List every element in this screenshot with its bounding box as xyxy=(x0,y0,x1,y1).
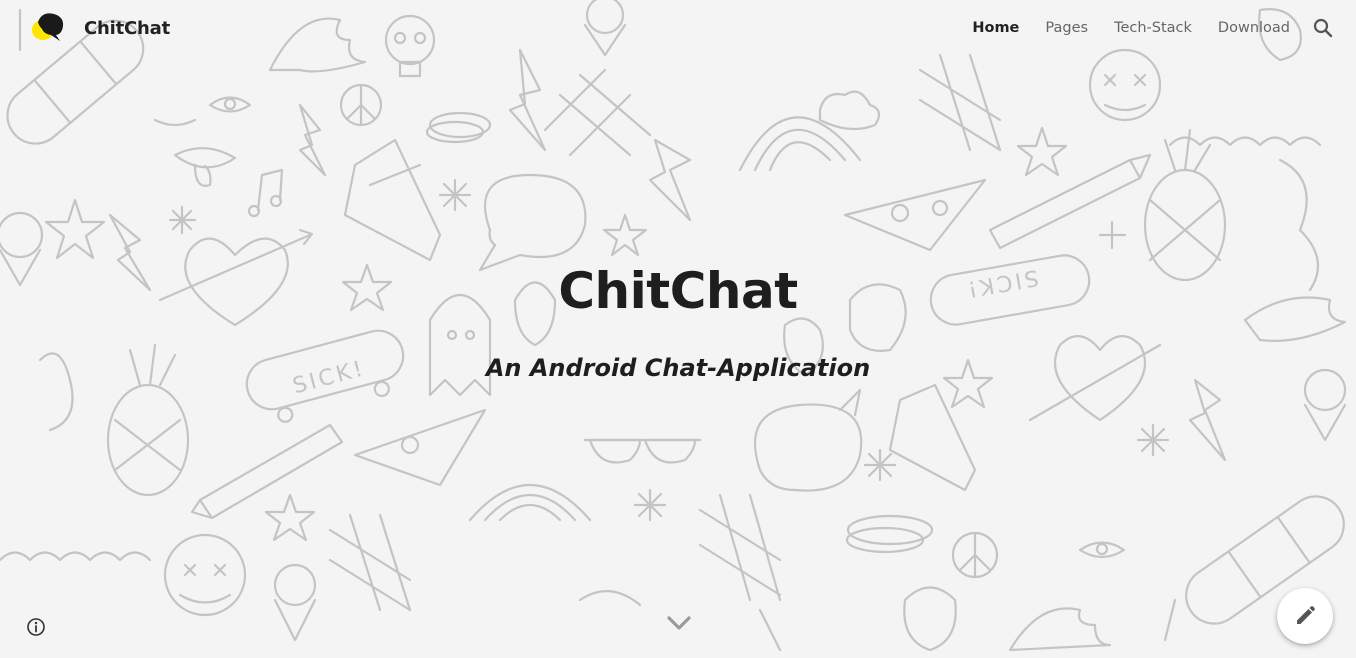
edit-button[interactable] xyxy=(1277,588,1333,644)
nav-link-tech-stack[interactable]: Tech-Stack xyxy=(1114,20,1192,36)
chevron-down-icon xyxy=(667,616,691,630)
page: SICK! SICK! ChitChat Home Pages Tech-Sta… xyxy=(0,0,1356,658)
brand-name: ChitChat xyxy=(84,17,170,39)
nav-link-pages[interactable]: Pages xyxy=(1045,20,1088,36)
hero-subtitle: An Android Chat-Application xyxy=(485,354,871,382)
scroll-down-button[interactable] xyxy=(665,612,693,634)
doodle-background: SICK! SICK! xyxy=(0,0,1347,652)
chat-logo-icon xyxy=(32,13,64,41)
info-icon xyxy=(27,618,45,636)
navbar: ChitChat Home Pages Tech-Stack Download xyxy=(0,0,1356,58)
brand-link[interactable]: ChitChat xyxy=(30,12,170,44)
nav-link-download[interactable]: Download xyxy=(1218,20,1290,36)
info-button[interactable] xyxy=(26,617,46,637)
nav-link-home[interactable]: Home xyxy=(972,20,1019,36)
pencil-icon xyxy=(1297,606,1315,624)
search-button[interactable] xyxy=(1312,17,1334,39)
hero-title: ChitChat xyxy=(558,262,798,320)
nav-links: Home Pages Tech-Stack Download xyxy=(946,17,1334,39)
search-icon xyxy=(1313,18,1333,38)
